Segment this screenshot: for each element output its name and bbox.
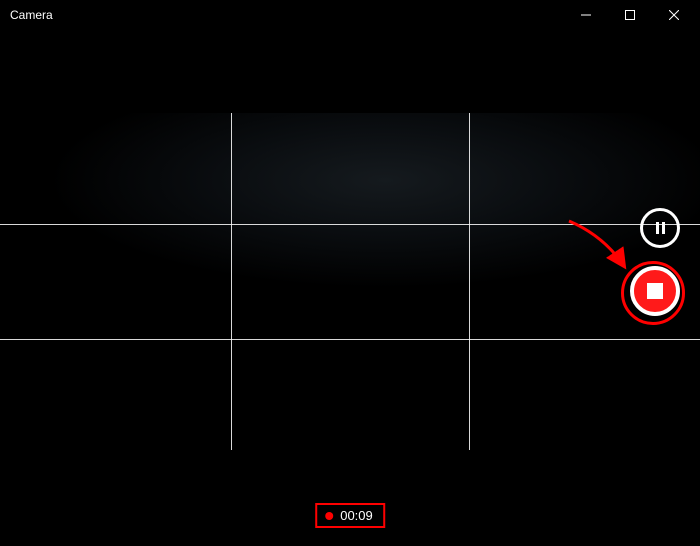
framing-grid-line (0, 224, 700, 225)
window-controls (564, 0, 696, 30)
camera-app-window: Camera (0, 0, 700, 546)
stop-recording-button[interactable] (630, 266, 680, 316)
pause-recording-button[interactable] (640, 208, 680, 248)
maximize-icon (625, 10, 635, 20)
minimize-button[interactable] (564, 0, 608, 30)
framing-grid-line (469, 113, 470, 450)
recording-elapsed-time: 00:09 (340, 508, 373, 523)
close-icon (669, 10, 679, 20)
recording-timer: 00:09 (315, 503, 385, 528)
pause-icon (656, 222, 665, 234)
framing-grid-line (0, 339, 700, 340)
titlebar: Camera (0, 0, 700, 30)
maximize-button[interactable] (608, 0, 652, 30)
camera-viewfinder (0, 113, 700, 450)
minimize-icon (581, 10, 591, 20)
window-title: Camera (10, 0, 53, 30)
stop-icon (647, 283, 663, 299)
recording-indicator-icon (325, 512, 333, 520)
close-button[interactable] (652, 0, 696, 30)
framing-grid-line (231, 113, 232, 450)
